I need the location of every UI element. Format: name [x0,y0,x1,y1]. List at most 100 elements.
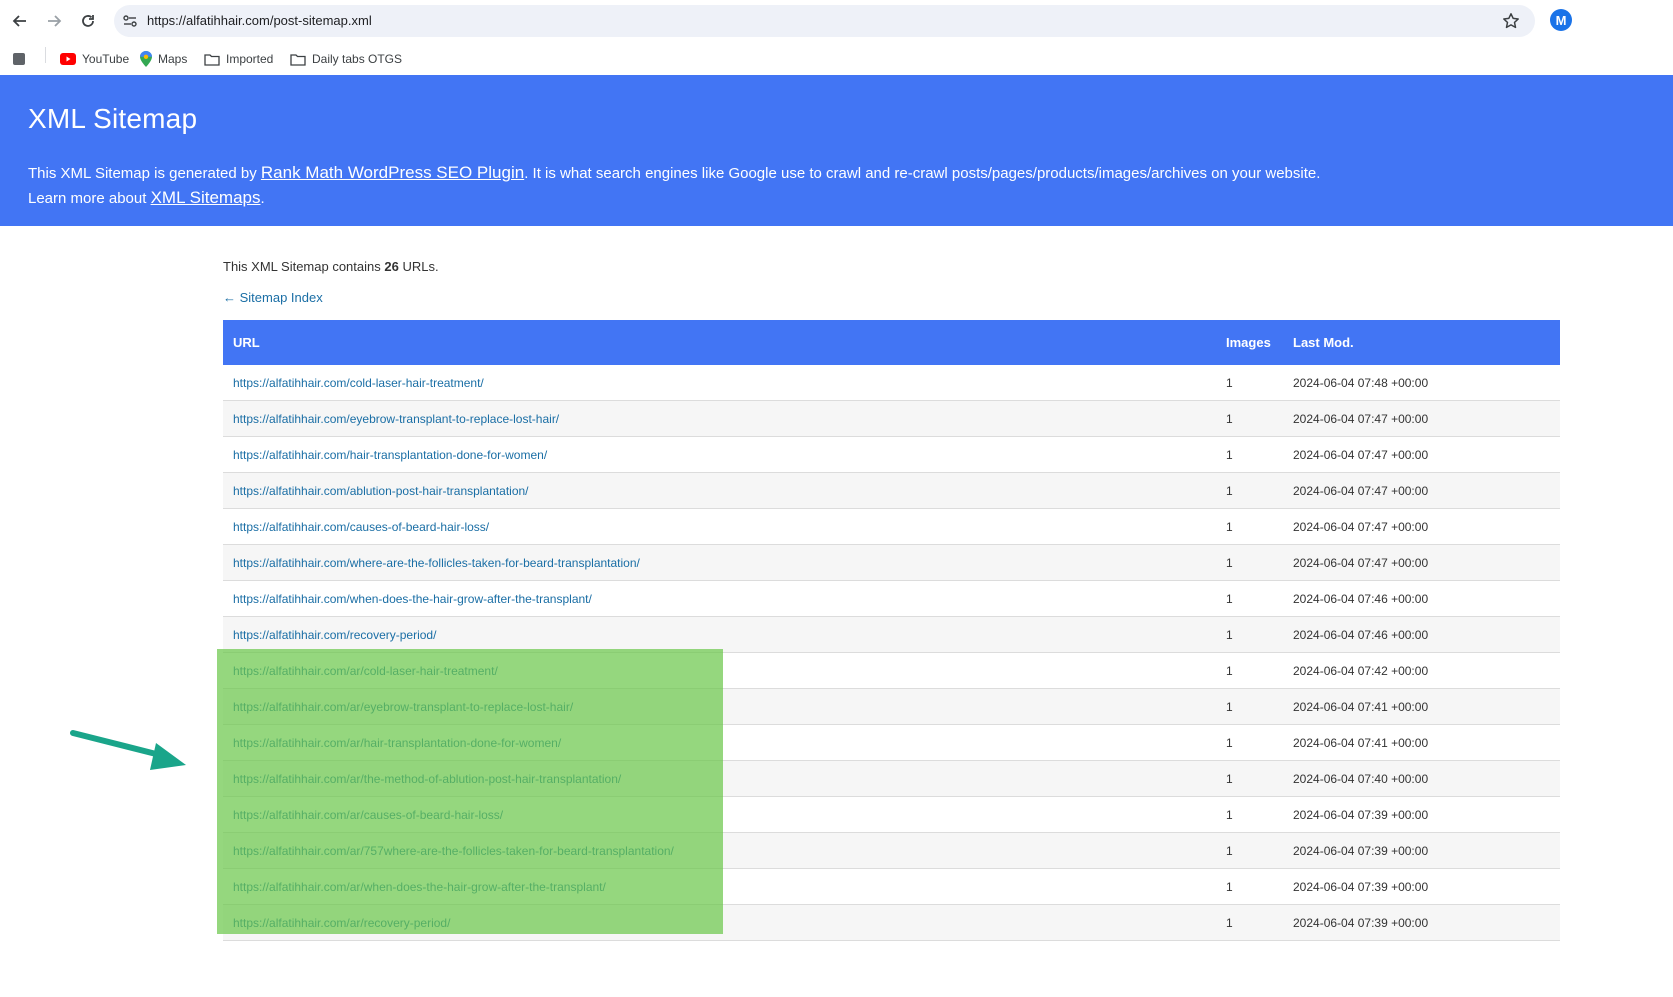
images-cell: 1 [1216,868,1283,905]
url-link[interactable]: https://alfatihhair.com/ar/recovery-peri… [233,916,450,930]
column-header-images: Images [1216,320,1283,365]
count-number: 26 [384,259,399,274]
last-mod-cell: 2024-06-04 07:39 +00:00 [1283,868,1560,905]
address-url[interactable]: https://alfatihhair.com/post-sitemap.xml [147,13,372,28]
table-row: https://alfatihhair.com/ar/causes-of-bea… [223,796,1560,833]
table-row: https://alfatihhair.com/ar/eyebrow-trans… [223,688,1560,725]
folder-icon [290,53,306,66]
extension-icon[interactable]: M [1550,9,1572,31]
table-row: https://alfatihhair.com/causes-of-beard-… [223,508,1560,545]
table-row: https://alfatihhair.com/where-are-the-fo… [223,544,1560,581]
sitemap-index-link[interactable]: ← Sitemap Index [223,290,323,305]
url-cell: https://alfatihhair.com/ar/cold-laser-ha… [223,652,1216,689]
forward-arrow-icon[interactable] [42,9,66,33]
sitemap-table: URL Images Last Mod. https://alfatihhair… [223,320,1560,941]
bookmark-label: Imported [226,52,274,66]
url-link[interactable]: https://alfatihhair.com/ar/causes-of-bea… [233,808,503,822]
url-cell: https://alfatihhair.com/ablution-post-ha… [223,472,1216,509]
bookmarks-divider [45,47,46,63]
url-link[interactable]: https://alfatihhair.com/eyebrow-transpla… [233,412,559,426]
images-cell: 1 [1216,365,1283,401]
url-link[interactable]: https://alfatihhair.com/when-does-the-ha… [233,592,592,606]
header-description: This XML Sitemap is generated by Rank Ma… [28,163,1320,183]
url-cell: https://alfatihhair.com/ar/hair-transpla… [223,724,1216,761]
site-settings-icon[interactable] [118,9,142,33]
images-cell: 1 [1216,796,1283,833]
table-row: https://alfatihhair.com/when-does-the-ha… [223,580,1560,617]
url-link[interactable]: https://alfatihhair.com/ar/the-method-of… [233,772,621,786]
last-mod-cell: 2024-06-04 07:48 +00:00 [1283,365,1560,401]
header-learn-more: Learn more about XML Sitemaps. [28,188,265,208]
last-mod-cell: 2024-06-04 07:47 +00:00 [1283,508,1560,545]
images-cell: 1 [1216,904,1283,941]
bookmarks-bar: YouTube Maps Imported Daily tabs OTGS [0,42,1673,74]
last-mod-cell: 2024-06-04 07:39 +00:00 [1283,904,1560,941]
last-mod-cell: 2024-06-04 07:46 +00:00 [1283,580,1560,617]
url-link[interactable]: https://alfatihhair.com/ar/757where-are-… [233,844,674,858]
url-cell: https://alfatihhair.com/ar/when-does-the… [223,868,1216,905]
column-header-last-mod: Last Mod. [1283,320,1560,365]
bookmark-maps[interactable]: Maps [140,48,187,70]
address-bar[interactable]: https://alfatihhair.com/post-sitemap.xml [114,5,1535,37]
last-mod-cell: 2024-06-04 07:47 +00:00 [1283,436,1560,473]
images-cell: 1 [1216,472,1283,509]
images-cell: 1 [1216,616,1283,653]
bookmark-youtube[interactable]: YouTube [60,48,129,70]
images-cell: 1 [1216,580,1283,617]
url-link[interactable]: https://alfatihhair.com/ar/cold-laser-ha… [233,664,498,678]
table-row: https://alfatihhair.com/ar/757where-are-… [223,832,1560,869]
url-link[interactable]: https://alfatihhair.com/ar/when-does-the… [233,880,606,894]
table-row: https://alfatihhair.com/ar/the-method-of… [223,760,1560,797]
maps-pin-icon [140,51,152,67]
rank-math-link[interactable]: Rank Math WordPress SEO Plugin [261,163,524,182]
images-cell: 1 [1216,688,1283,725]
url-cell: https://alfatihhair.com/when-does-the-ha… [223,580,1216,617]
bookmark-imported[interactable]: Imported [204,48,273,70]
annotation-arrow-icon [70,730,186,770]
url-link[interactable]: https://alfatihhair.com/ablution-post-ha… [233,484,529,498]
images-cell: 1 [1216,760,1283,797]
back-arrow-icon[interactable] [8,9,32,33]
reload-icon[interactable] [76,9,100,33]
learn-more-text: Learn more about [28,190,151,207]
url-link[interactable]: https://alfatihhair.com/where-are-the-fo… [233,556,640,570]
url-link[interactable]: https://alfatihhair.com/causes-of-beard-… [233,520,489,534]
count-text: This XML Sitemap contains [223,259,385,274]
last-mod-cell: 2024-06-04 07:47 +00:00 [1283,472,1560,509]
bookmark-daily-tabs[interactable]: Daily tabs OTGS [290,48,402,70]
table-row: https://alfatihhair.com/ablution-post-ha… [223,472,1560,509]
folder-icon [204,53,220,66]
column-header-url: URL [223,320,1216,365]
apps-icon[interactable] [12,48,26,70]
learn-more-text: . [260,190,265,207]
table-row: https://alfatihhair.com/ar/cold-laser-ha… [223,652,1560,689]
bookmark-star-icon[interactable] [1499,9,1523,33]
url-cell: https://alfatihhair.com/causes-of-beard-… [223,508,1216,545]
table-row: https://alfatihhair.com/eyebrow-transpla… [223,400,1560,437]
last-mod-cell: 2024-06-04 07:39 +00:00 [1283,832,1560,869]
xml-sitemaps-link[interactable]: XML Sitemaps [151,188,261,207]
table-row: https://alfatihhair.com/hair-transplanta… [223,436,1560,473]
count-text: URLs. [398,259,439,274]
last-mod-cell: 2024-06-04 07:46 +00:00 [1283,616,1560,653]
url-link[interactable]: https://alfatihhair.com/hair-transplanta… [233,448,547,462]
bookmark-label: Maps [158,52,188,66]
url-link[interactable]: https://alfatihhair.com/ar/eyebrow-trans… [233,700,573,714]
url-link[interactable]: https://alfatihhair.com/cold-laser-hair-… [233,376,484,390]
description-text: This XML Sitemap is generated by [28,165,261,182]
url-cell: https://alfatihhair.com/recovery-period/ [223,616,1216,653]
url-link[interactable]: https://alfatihhair.com/recovery-period/ [233,628,436,642]
last-mod-cell: 2024-06-04 07:42 +00:00 [1283,652,1560,689]
last-mod-cell: 2024-06-04 07:41 +00:00 [1283,688,1560,725]
url-cell: https://alfatihhair.com/ar/the-method-of… [223,760,1216,797]
browser-toolbar: https://alfatihhair.com/post-sitemap.xml… [0,0,1673,41]
table-header-row: URL Images Last Mod. [223,320,1560,365]
url-cell: https://alfatihhair.com/hair-transplanta… [223,436,1216,473]
table-row: https://alfatihhair.com/ar/recovery-peri… [223,904,1560,941]
last-mod-cell: 2024-06-04 07:47 +00:00 [1283,400,1560,437]
url-cell: https://alfatihhair.com/ar/causes-of-bea… [223,796,1216,833]
images-cell: 1 [1216,652,1283,689]
images-cell: 1 [1216,508,1283,545]
url-link[interactable]: https://alfatihhair.com/ar/hair-transpla… [233,736,561,750]
url-cell: https://alfatihhair.com/eyebrow-transpla… [223,400,1216,437]
